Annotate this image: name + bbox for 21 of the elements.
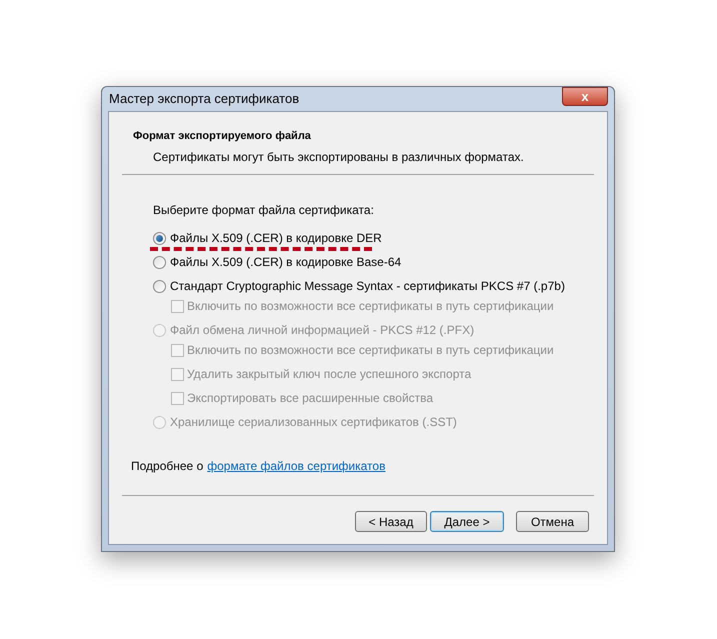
checkbox-label: Включить по возможности все сертификаты в путь сертификации: [187, 342, 554, 359]
page-subtitle: Сертификаты могут быть экспортированы в различных форматах.: [152, 148, 525, 166]
radio-button[interactable]: [153, 280, 166, 292]
back-button[interactable]: < Назад: [355, 511, 427, 532]
radio-button[interactable]: [153, 256, 166, 268]
info-text: Подробнее о: [131, 458, 204, 475]
option-label: Файлы X.509 (.CER) в кодировке Base-64: [170, 254, 402, 271]
window-title: Мастер экспорта сертификатов: [108, 90, 300, 108]
checkbox-label: Удалить закрытый ключ после успешного экспорта: [187, 366, 472, 383]
option-label: Файл обмена личной информацией - PKCS #12 (.PFX): [170, 322, 474, 339]
option-label: Файлы X.509 (.CER) в кодировке DER: [170, 230, 382, 247]
cancel-button[interactable]: Отмена: [516, 511, 589, 532]
option-label: Стандарт Cryptographic Message Syntax - сертификаты PKCS #7 (.p7b): [170, 278, 565, 295]
checkbox-label: Экспортировать все расширенные свойства: [187, 390, 434, 407]
radio-button[interactable]: [153, 232, 166, 244]
checkbox-label: Включить по возможности все сертификаты в путь сертификации: [187, 298, 554, 315]
page-heading: Формат экспортируемого файла: [133, 129, 312, 144]
prompt-label: Выберите формат файла сертификата:: [153, 202, 375, 219]
next-button[interactable]: Далее >: [430, 511, 504, 532]
option-label: Хранилище сериализованных сертификатов (.SST): [170, 414, 457, 431]
formats-link[interactable]: формате файлов сертификатов: [207, 457, 386, 475]
